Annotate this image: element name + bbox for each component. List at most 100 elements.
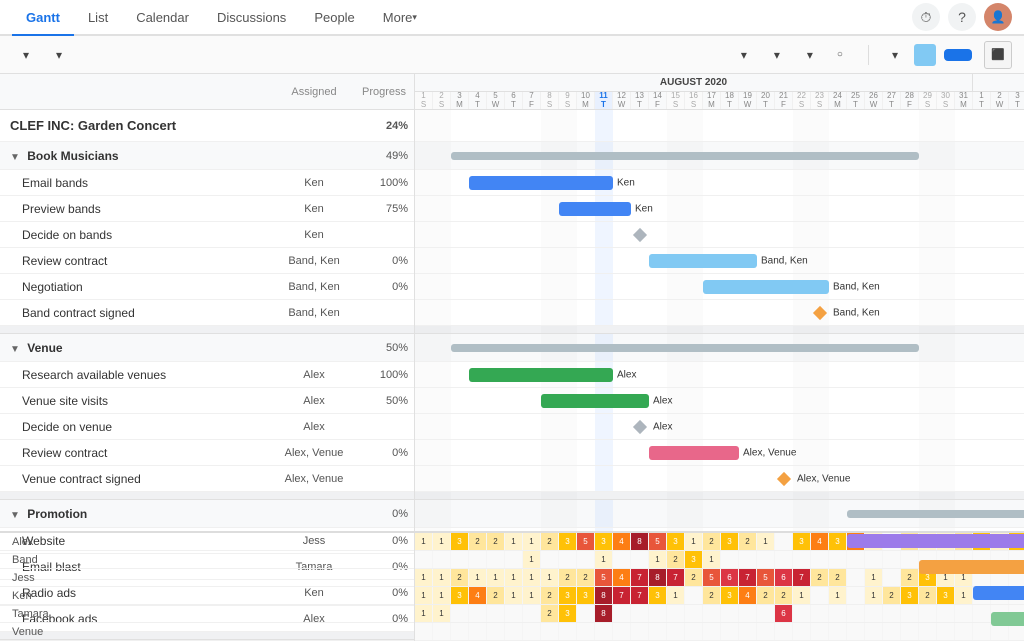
everyone-filter[interactable]: ▾ xyxy=(730,44,755,66)
all-dates-filter[interactable]: ▾ xyxy=(763,44,788,66)
gantt-row xyxy=(415,110,1024,142)
tab-calendar[interactable]: Calendar xyxy=(122,0,203,36)
project-progress: 24% xyxy=(354,120,414,132)
task-name: Preview bands xyxy=(0,202,274,216)
view-chevron: ▾ xyxy=(56,48,62,62)
task-assigned: Ken xyxy=(274,177,354,189)
day-header: 1S2S3M4T5W6T7F8S9S10M11T12W13T14F15S16S1… xyxy=(415,92,1024,110)
task-name: Decide on venue xyxy=(0,420,274,434)
hide-completed-toggle[interactable]: ○ xyxy=(829,45,856,64)
tab-gantt[interactable]: Gantt xyxy=(12,0,74,36)
gantt-row: Alex xyxy=(415,362,1024,388)
task-row: Research available venues Alex 100% xyxy=(0,362,414,388)
task-assigned: Alex, Venue xyxy=(274,473,354,485)
task-assigned: Alex xyxy=(274,421,354,433)
invite-people-button[interactable] xyxy=(944,49,972,61)
task-progress: 0% xyxy=(354,255,414,267)
task-row: Decide on bands Ken xyxy=(0,222,414,248)
gantt-row: Alex xyxy=(415,414,1024,440)
gantt-row: Band, Ken xyxy=(415,248,1024,274)
section-promotion-progress: 0% xyxy=(354,508,414,520)
top-nav: Gantt List Calendar Discussions People M… xyxy=(0,0,1024,36)
heatmap-label: Alex xyxy=(0,533,414,551)
task-name: Review contract xyxy=(0,254,274,268)
section-venue-name: ▼ Venue xyxy=(0,341,274,355)
task-name: Negotiation xyxy=(0,280,274,294)
help-icon-btn[interactable]: ? xyxy=(948,3,976,31)
task-progress: 100% xyxy=(354,177,414,189)
toolbar: ▾ ▾ ▾ ▾ ▾ ○ ▾ ⬛ xyxy=(0,36,1024,74)
section-promotion[interactable]: ▼ Promotion 0% xyxy=(0,500,414,528)
gantt-row xyxy=(415,142,1024,170)
gantt-row xyxy=(415,222,1024,248)
all-colors-chevron: ▾ xyxy=(807,48,813,62)
avatar[interactable]: 👤 xyxy=(984,3,1012,31)
task-name: Research available venues xyxy=(0,368,274,382)
gantt-row: Alex xyxy=(415,388,1024,414)
gantt-row xyxy=(415,334,1024,362)
task-name: Review contract xyxy=(0,446,274,460)
task-progress: 100% xyxy=(354,369,414,381)
task-name: Decide on bands xyxy=(0,228,274,242)
task-assigned: Alex xyxy=(274,395,354,407)
zoom-button[interactable]: ▾ xyxy=(881,44,906,66)
tab-more[interactable]: More ▾ xyxy=(369,0,431,36)
view-button[interactable]: ▾ xyxy=(45,44,70,66)
gantt-row xyxy=(415,500,1024,528)
menu-chevron: ▾ xyxy=(23,48,29,62)
task-row: Band contract signed Band, Ken xyxy=(0,300,414,326)
task-assigned: Alex xyxy=(274,369,354,381)
project-name: CLEF INC: Garden Concert xyxy=(0,118,274,133)
heatmap-row: 112386 xyxy=(415,605,1024,623)
heatmap-row xyxy=(415,623,1024,641)
export-button[interactable]: ⬛ xyxy=(984,41,1012,69)
task-name: Email bands xyxy=(0,176,274,190)
heatmap-label: Venue xyxy=(0,623,414,641)
task-assigned: Ken xyxy=(274,229,354,241)
month-header: AUGUST 2020SEPTEMBER 2 xyxy=(415,74,1024,92)
section-musicians-progress: 49% xyxy=(354,150,414,162)
tab-list[interactable]: List xyxy=(74,0,122,36)
zoom-chevron: ▾ xyxy=(892,48,898,62)
task-name: Venue site visits xyxy=(0,394,274,408)
menu-button[interactable]: ▾ xyxy=(12,44,37,66)
task-assigned: Ken xyxy=(274,203,354,215)
color-swatch-btn[interactable] xyxy=(914,44,936,66)
task-progress: 0% xyxy=(354,281,414,293)
task-row: Preview bands Ken 75% xyxy=(0,196,414,222)
task-row: Email bands Ken 100% xyxy=(0,170,414,196)
column-headers: Assigned Progress xyxy=(0,74,414,110)
clock-icon-btn[interactable]: ⏱ xyxy=(912,3,940,31)
gantt-row: Ken xyxy=(415,170,1024,196)
section-promotion-name: ▼ Promotion xyxy=(0,507,274,521)
section-venue[interactable]: ▼ Venue 50% xyxy=(0,334,414,362)
section-musicians[interactable]: ▼ Book Musicians 49% xyxy=(0,142,414,170)
task-row: Venue site visits Alex 50% xyxy=(0,388,414,414)
gantt-row: Ken xyxy=(415,196,1024,222)
task-name: Venue contract signed xyxy=(0,472,274,486)
task-assigned: Band, Ken xyxy=(274,255,354,267)
task-row: Decide on venue Alex xyxy=(0,414,414,440)
task-name: Band contract signed xyxy=(0,306,274,320)
task-progress: 75% xyxy=(354,203,414,215)
tab-discussions[interactable]: Discussions xyxy=(203,0,300,36)
gantt-row: Alex, Venue xyxy=(415,440,1024,466)
tab-people[interactable]: People xyxy=(300,0,368,36)
gantt-row: Band, Ken xyxy=(415,274,1024,300)
section-venue-progress: 50% xyxy=(354,342,414,354)
gantt-row xyxy=(415,492,1024,500)
task-row: Venue contract signed Alex, Venue xyxy=(0,466,414,492)
heatmap-label: Band xyxy=(0,551,414,569)
everyone-chevron: ▾ xyxy=(741,48,747,62)
section-musicians-name: ▼ Book Musicians xyxy=(0,149,274,163)
task-assigned: Band, Ken xyxy=(274,307,354,319)
all-colors-filter[interactable]: ▾ xyxy=(796,44,821,66)
task-row: Negotiation Band, Ken 0% xyxy=(0,274,414,300)
task-assigned: Alex, Venue xyxy=(274,447,354,459)
gantt-row: Alex, Venue xyxy=(415,466,1024,492)
all-dates-chevron: ▾ xyxy=(774,48,780,62)
task-assigned: Band, Ken xyxy=(274,281,354,293)
col-assigned-header: Assigned xyxy=(274,86,354,98)
heatmap-label: Ken xyxy=(0,587,414,605)
task-row: Review contract Alex, Venue 0% xyxy=(0,440,414,466)
